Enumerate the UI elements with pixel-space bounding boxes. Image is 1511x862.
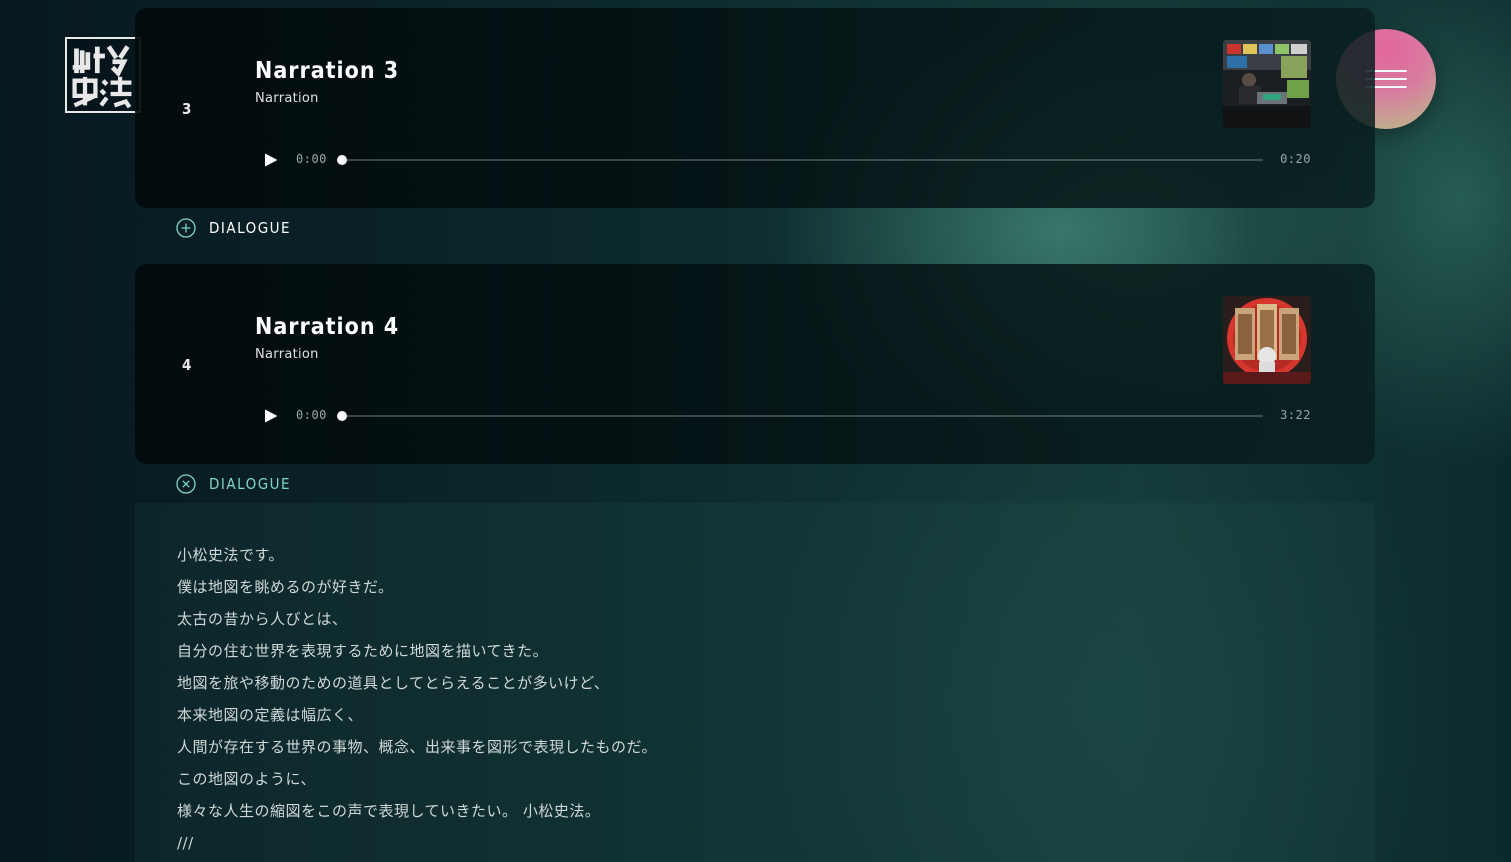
dialogue-label: DIALOGUE: [209, 475, 292, 493]
seek-bar[interactable]: [337, 411, 1263, 421]
dialogue-line: 本来地図の定義は幅広く、: [177, 706, 364, 724]
track-thumbnail: [1223, 296, 1311, 384]
triptych-screens-image: [1223, 296, 1311, 384]
current-time: 0:00: [296, 408, 327, 422]
track-card: 4 Narration 4 Narration 0:00 3:22: [135, 264, 1375, 464]
dialogue-toggle[interactable]: DIALOGUE: [176, 216, 291, 240]
track-title: Narration 4: [255, 314, 400, 340]
track-number: 3: [182, 100, 192, 118]
audio-player: 0:00 0:20: [263, 148, 1311, 172]
dialogue-panel: 小松史法です。 僕は地図を眺めるのが好きだ。 太古の昔から人びとは、 自分の住む…: [135, 503, 1375, 862]
dialogue-line: この地図のように、: [177, 770, 317, 788]
seek-handle[interactable]: [337, 155, 347, 165]
studio-monitors-image: [1223, 40, 1311, 128]
logo-mark-icon: [72, 45, 132, 109]
dialogue-line: 小松史法です。: [177, 546, 285, 564]
dialogue-label: DIALOGUE: [209, 219, 292, 237]
current-time: 0:00: [296, 152, 327, 166]
seek-bar[interactable]: [337, 155, 1263, 165]
play-button[interactable]: [263, 152, 279, 168]
seek-handle[interactable]: [337, 411, 347, 421]
dialogue-line: 人間が存在する世界の事物、概念、出来事を図形で表現したものだ。: [177, 738, 658, 756]
track-card: 3 Narration 3 Narration 0:00 0:20: [135, 8, 1375, 208]
dialogue-line: 自分の住む世界を表現するために地図を描いてきた。: [177, 642, 549, 660]
track-thumbnail: [1223, 40, 1311, 128]
track-subtitle: Narration: [255, 347, 319, 362]
track-title: Narration 3: [255, 58, 400, 84]
dialogue-toggle[interactable]: DIALOGUE: [176, 472, 291, 496]
plus-circle-icon: [176, 218, 196, 238]
dialogue-line: 太古の昔から人びとは、: [177, 610, 348, 628]
track-subtitle: Narration: [255, 91, 319, 106]
close-circle-icon: [176, 474, 196, 494]
track-number: 4: [182, 356, 192, 374]
dialogue-line: ///: [177, 834, 194, 852]
total-time: 0:20: [1280, 152, 1311, 166]
play-button[interactable]: [263, 408, 279, 424]
audio-player: 0:00 3:22: [263, 404, 1311, 428]
play-icon: [265, 153, 278, 167]
play-icon: [265, 409, 278, 423]
dialogue-line: 僕は地図を眺めるのが好きだ。: [177, 578, 394, 596]
dialogue-line: 地図を旅や移動のための道具としてとらえることが多いけど、: [177, 674, 610, 692]
dialogue-line: 様々な人生の縮図をこの声で表現していきたい。 小松史法。: [177, 802, 601, 820]
site-logo[interactable]: [65, 37, 141, 113]
total-time: 3:22: [1280, 408, 1311, 422]
